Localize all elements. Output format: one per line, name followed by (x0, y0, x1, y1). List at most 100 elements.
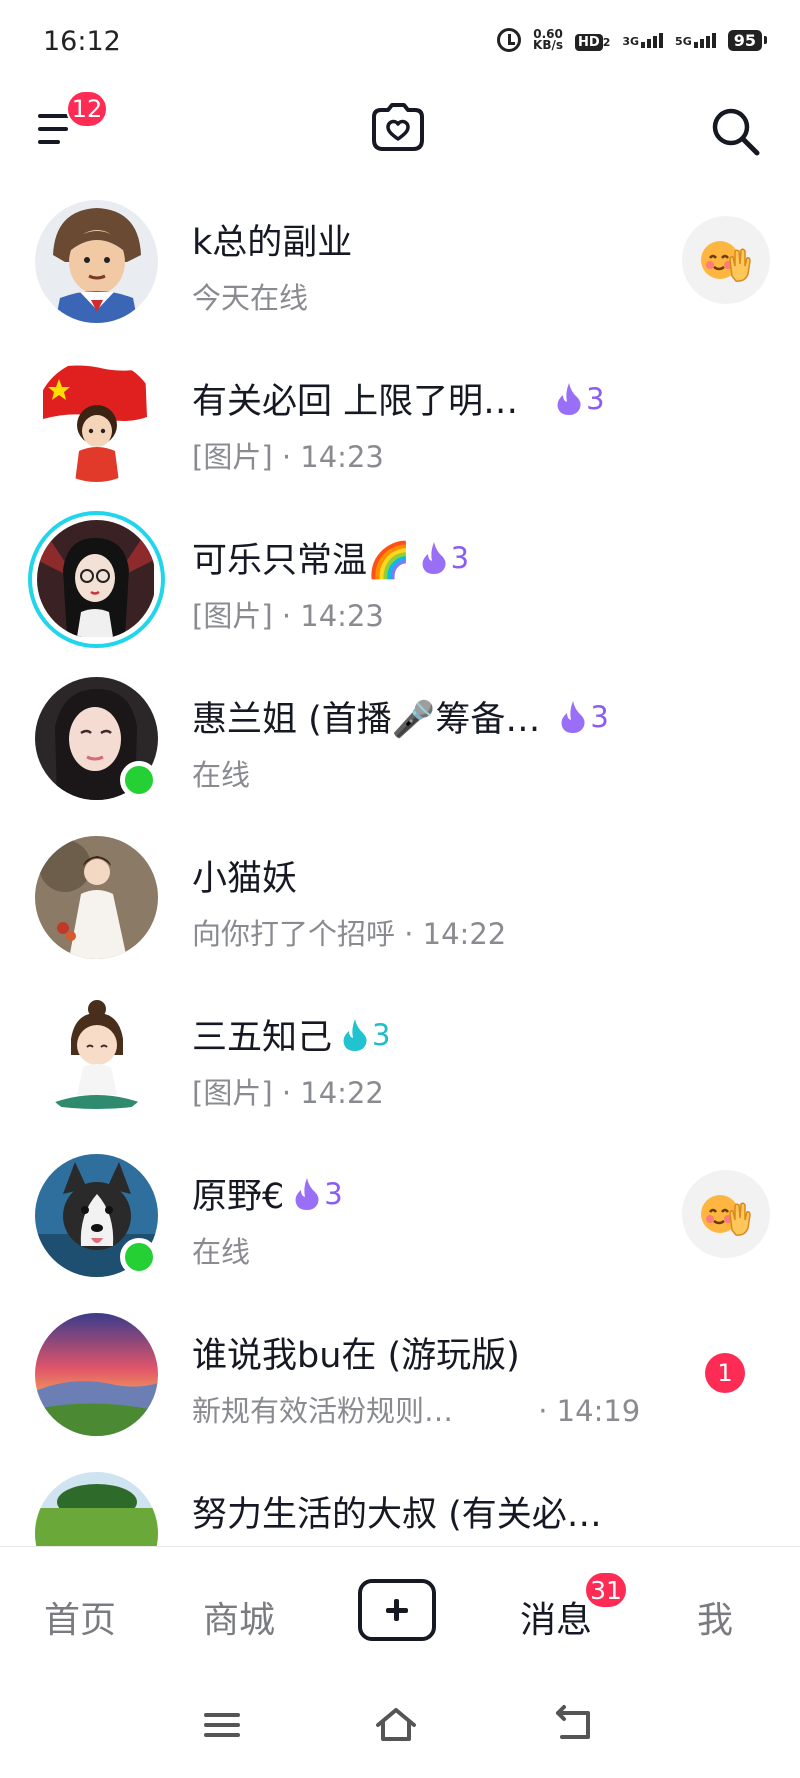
chat-name-line: 原野€ 3 (192, 1168, 343, 1219)
chat-name-line: 惠兰姐 (首播🎤筹备… 3 (192, 691, 609, 742)
alarm-icon (497, 28, 522, 52)
spark-streak: 3 (342, 1018, 390, 1052)
chat-name-line: 小猫妖 (192, 850, 297, 901)
chat-row[interactable]: 谁说我bu在 (游玩版) 新规有效活粉规则… · 14:19 1 (0, 1293, 800, 1452)
avatar[interactable] (35, 1472, 158, 1546)
camera-button[interactable] (371, 102, 425, 152)
chat-row[interactable]: 小猫妖 向你打了个招呼 · 14:22 (0, 816, 800, 975)
avatar[interactable] (35, 1313, 158, 1436)
chat-subtitle: 在线 (192, 758, 251, 792)
avatar-sunset (35, 1313, 158, 1436)
hd-icon: HD 2 (575, 31, 610, 51)
chat-row[interactable]: 有关必回 上限了明… 3 [图片] · 14:23 (0, 339, 800, 498)
signal-5g-icon: 5G (675, 32, 716, 48)
recent-apps-icon (204, 1713, 240, 1737)
online-indicator (120, 1238, 158, 1276)
avatar[interactable] (35, 200, 158, 323)
signal-3g-label: 3G (622, 34, 640, 48)
spark-streak: 3 (560, 699, 609, 734)
chat-name: 惠兰姐 (首播🎤筹备… (192, 700, 541, 740)
menu-icon-line (38, 140, 60, 144)
status-time: 16:12 (43, 26, 121, 57)
back-button[interactable] (552, 1705, 596, 1745)
system-nav-bar (0, 1671, 800, 1778)
avatar-green-field (35, 1472, 158, 1546)
avatar[interactable] (35, 359, 158, 482)
chat-subtitle: 今天在线 (192, 281, 309, 315)
chat-row[interactable]: 努力生活的大叔 (有关必… (0, 1452, 800, 1546)
spark-streak: 3 (556, 381, 605, 416)
nav-home[interactable]: 首页 (44, 1591, 116, 1643)
chat-subtitle: [图片] · 14:23 (192, 440, 384, 474)
chat-row[interactable]: 惠兰姐 (首播🎤筹备… 3 在线 (0, 657, 800, 816)
chat-row[interactable]: 原野€ 3 在线 (0, 1134, 800, 1293)
wave-emoji-icon (701, 241, 751, 282)
chat-row[interactable]: 可乐只常温🌈 3 [图片] · 14:23 (0, 498, 800, 657)
chat-subtitle: 在线 (192, 1235, 251, 1269)
chat-name: 努力生活的大叔 (有关必… (192, 1495, 602, 1535)
wave-button[interactable] (682, 1170, 770, 1258)
avatar[interactable] (35, 836, 158, 959)
chat-name-line: 有关必回 上限了明… 3 (192, 373, 605, 424)
nav-mall[interactable]: 商城 (203, 1591, 275, 1643)
chat-row[interactable]: k总的副业 今天在线 (0, 180, 800, 339)
flame-icon (557, 382, 581, 415)
hd-label: HD (575, 33, 603, 51)
home-button[interactable] (374, 1705, 418, 1745)
spark-streak: 3 (294, 1177, 343, 1211)
back-icon (556, 1705, 590, 1739)
avatar-story-ring[interactable] (28, 511, 165, 648)
home-icon (376, 1708, 416, 1741)
avatar-white-dress (35, 836, 158, 959)
camera-heart-icon (372, 103, 424, 151)
wave-button[interactable] (682, 216, 770, 304)
chat-name-line: 努力生活的大叔 (有关必… (192, 1486, 602, 1537)
chat-name: 三五知己 (192, 1018, 333, 1058)
chat-time: · 14:19 (538, 1394, 641, 1428)
nav-messages[interactable]: 消息 (520, 1591, 592, 1643)
chat-name: 谁说我bu在 (游玩版) (192, 1336, 520, 1376)
chat-row[interactable]: 三五知己 3 [图片] · 14:22 (0, 975, 800, 1134)
spark-count: 3 (372, 1017, 391, 1052)
search-button[interactable] (710, 106, 762, 158)
status-bar: 16:12 0.60 KB/s HD 2 3G 5G 95 (0, 0, 800, 80)
avatar[interactable] (35, 995, 158, 1118)
menu-badge: 12 (66, 90, 108, 128)
avatar-glasses-girl (37, 520, 154, 637)
avatar-flag-girl (35, 359, 158, 482)
chat-name-line: 可乐只常温🌈 3 (192, 532, 469, 583)
spark-count: 3 (590, 699, 609, 734)
chat-name: 有关必回 上限了明… (192, 382, 519, 422)
online-indicator (120, 761, 158, 799)
flame-icon (343, 1018, 367, 1051)
search-icon (712, 108, 760, 156)
chat-list[interactable]: k总的副业 今天在线 有关必回 上限了明… 3 [图片] · 14:23 可乐只… (0, 180, 800, 1546)
chat-name-line: k总的副业 (192, 214, 352, 265)
chat-name: k总的副业 (192, 223, 353, 263)
flame-icon (422, 541, 446, 574)
net-speed: 0.60 KB/s (533, 28, 563, 51)
avatar-cartoon-sailor (35, 200, 158, 323)
flame-icon (295, 1177, 319, 1210)
avatar-sitting-girl (35, 995, 158, 1118)
spark-count: 3 (586, 381, 605, 416)
create-plus-button[interactable] (358, 1579, 436, 1641)
flame-icon (561, 700, 585, 733)
chat-subtitle: 新规有效活粉规则… · 14:19 (192, 1388, 640, 1430)
messages-header: 12 (0, 80, 800, 180)
chat-name-line: 三五知己 3 (192, 1009, 390, 1060)
chat-name: 小猫妖 (192, 859, 298, 899)
nav-me[interactable]: 我 (697, 1591, 733, 1643)
signal-3g-icon: 3G (622, 32, 664, 48)
chat-preview: 新规有效活粉规则… (192, 1394, 454, 1428)
battery-icon: 95 (727, 29, 768, 51)
recent-apps-button[interactable] (200, 1705, 244, 1745)
avatar (37, 520, 156, 639)
spark-count: 3 (450, 540, 470, 575)
spark-streak: 3 (421, 541, 469, 575)
signal-5g-label: 5G (675, 34, 692, 48)
wave-emoji-icon (701, 1195, 751, 1236)
chat-name: 可乐只常温🌈 (192, 541, 411, 581)
status-icons: 0.60 KB/s HD 2 3G 5G 95 (497, 28, 768, 52)
chat-subtitle: 向你打了个招呼 · 14:22 (192, 917, 507, 951)
